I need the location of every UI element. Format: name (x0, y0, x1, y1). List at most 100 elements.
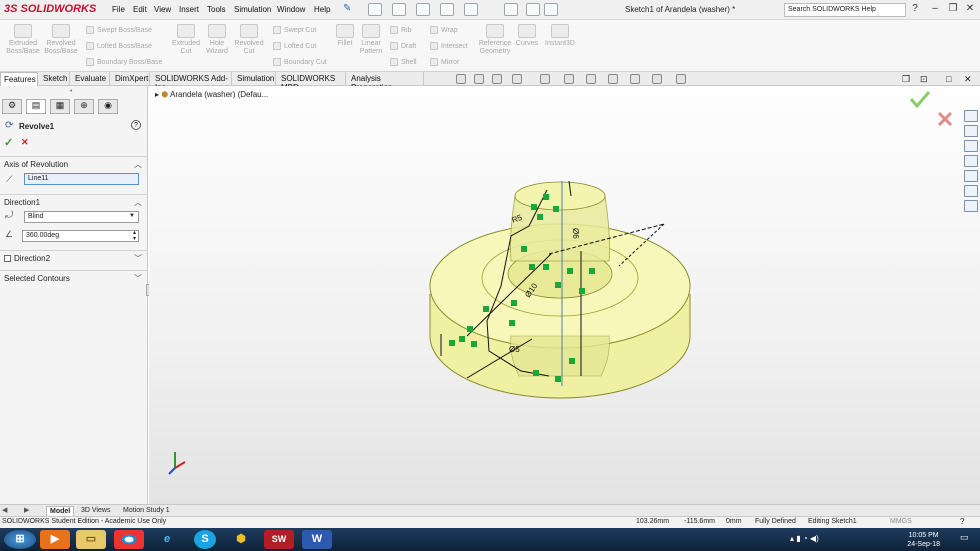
menu-help[interactable]: Help (314, 5, 330, 14)
rib-button[interactable]: Rib (390, 26, 412, 34)
help-icon[interactable]: ? (908, 2, 922, 16)
dynamic-annotation-icon[interactable] (540, 74, 550, 84)
viewport-maximize-icon[interactable]: □ (946, 74, 951, 84)
undo-icon[interactable] (464, 3, 478, 16)
swept-boss-button[interactable]: Swept Boss/Base (86, 26, 152, 34)
system-clock[interactable]: 10:05 PM 24-Sep-18 (907, 531, 940, 549)
zoom-area-icon[interactable] (474, 74, 484, 84)
unit-system[interactable]: MMGS (890, 518, 912, 525)
status-help-icon[interactable]: ? (960, 517, 964, 526)
section-view-icon[interactable] (512, 74, 522, 84)
word-icon[interactable]: W (302, 530, 332, 549)
menu-window[interactable]: Window (277, 5, 305, 14)
rebuild-icon[interactable] (526, 3, 540, 16)
axis-selection-field[interactable]: Line11 (24, 173, 139, 185)
viewport-restore-icon[interactable]: ❐ (902, 74, 910, 85)
internet-explorer-icon[interactable]: e (152, 530, 182, 549)
direction2-header[interactable]: Direction2 ﹀ (0, 250, 148, 266)
intersect-button[interactable]: Intersect (430, 42, 468, 50)
linear-pattern-button[interactable]: Linear Pattern (357, 24, 385, 56)
menu-tools[interactable]: Tools (207, 5, 226, 14)
minimize-button[interactable]: – (928, 2, 942, 16)
menu-view[interactable]: View (154, 5, 171, 14)
menu-file[interactable]: File (112, 5, 125, 14)
tab-sketch[interactable]: Sketch (40, 72, 70, 86)
close-button[interactable]: ✕ (963, 2, 977, 16)
axis-of-revolution-header[interactable]: Axis of Revolution ︿ (0, 156, 148, 172)
notifications-icon[interactable]: ▭ (960, 532, 969, 543)
spinner-icon[interactable]: ▴ ▾ (133, 230, 136, 242)
file-explorer-icon[interactable]: ▭ (76, 530, 106, 549)
file-explorer-icon[interactable] (964, 140, 978, 152)
menu-insert[interactable]: Insert (179, 5, 199, 14)
chrome-icon[interactable] (114, 530, 144, 549)
tab-mbd[interactable]: SOLIDWORKS MBD (278, 72, 346, 92)
display-manager-tab[interactable]: ◉ (98, 99, 118, 114)
pin-icon[interactable]: ✎ (343, 3, 351, 14)
chevron-down-icon[interactable]: ﹀ (134, 253, 142, 264)
tab-addins[interactable]: SOLIDWORKS Add-Ins (152, 72, 232, 92)
chevron-down-icon[interactable]: ﹀ (134, 273, 142, 284)
forum-icon[interactable] (964, 200, 978, 212)
view-orientation-icon[interactable] (564, 74, 574, 84)
solidworks-taskbar-icon[interactable]: SW (264, 530, 294, 549)
boundary-cut-button[interactable]: Boundary Cut (273, 58, 327, 66)
extruded-cut-button[interactable]: Extruded Cut (167, 24, 205, 56)
new-document-icon[interactable] (368, 3, 382, 16)
zoom-to-fit-icon[interactable] (456, 74, 466, 84)
previous-view-icon[interactable] (492, 74, 502, 84)
options-gear-icon[interactable] (544, 3, 558, 16)
media-player-icon[interactable]: ▶ (40, 530, 70, 549)
configuration-tab[interactable]: ▦ (50, 99, 70, 114)
appearance-icon[interactable] (630, 74, 640, 84)
search-help-input[interactable]: Search SOLIDWORKS Help (784, 3, 906, 17)
design-library-icon[interactable] (964, 125, 978, 137)
tray-icons[interactable]: ▴ ▮ ◔ ◀) (790, 534, 819, 543)
washer-part[interactable] (429, 181, 691, 399)
menu-edit[interactable]: Edit (133, 5, 147, 14)
draft-button[interactable]: Draft (390, 42, 416, 50)
direction2-checkbox[interactable] (4, 255, 11, 263)
chevron-up-icon[interactable]: ︿ (134, 197, 142, 208)
display-style-icon[interactable] (586, 74, 596, 84)
viewport-close-icon[interactable]: ✕ (964, 74, 972, 85)
custom-properties-icon[interactable] (964, 185, 978, 197)
lofted-boss-button[interactable]: Lofted Boss/Base (86, 42, 152, 50)
appearances-icon[interactable] (964, 170, 978, 182)
cancel-x-icon[interactable]: ✕ (21, 137, 29, 148)
hide-show-icon[interactable] (608, 74, 618, 84)
boundary-boss-button[interactable]: Boundary Boss/Base (86, 58, 162, 66)
chevron-up-icon[interactable]: ︿ (134, 159, 142, 170)
scroll-left-icon[interactable]: ◀ (2, 506, 7, 514)
wrap-button[interactable]: Wrap (430, 26, 458, 34)
angle-input[interactable]: 360.00deg ▴ ▾ (22, 230, 139, 242)
tab-motion-study[interactable]: Motion Study 1 (120, 506, 173, 515)
tab-dimxpert[interactable]: DimXpert (112, 72, 150, 86)
view-palette-icon[interactable] (964, 155, 978, 167)
scenes-icon[interactable] (652, 74, 662, 84)
extruded-boss-button[interactable]: Extruded Boss/Base (4, 24, 42, 56)
mirror-button[interactable]: Mirror (430, 58, 459, 66)
reference-geometry-button[interactable]: Reference Geometry (476, 24, 514, 56)
help-icon[interactable]: ? (131, 120, 141, 130)
tab-evaluate[interactable]: Evaluate (72, 72, 110, 86)
revolved-boss-button[interactable]: Revolved Boss/Base (42, 24, 80, 56)
start-button[interactable]: ⊞ (4, 530, 36, 549)
dimxpert-tab[interactable]: ⊕ (74, 99, 94, 114)
direction1-header[interactable]: Direction1 ︿ (0, 194, 148, 210)
skype-icon[interactable]: S (194, 530, 216, 549)
ok-check-icon[interactable]: ✓ (4, 136, 13, 149)
instant3d-button[interactable]: Instant3D (542, 24, 578, 48)
property-manager-tab[interactable]: ▤ (26, 99, 46, 114)
revolved-cut-button[interactable]: Revolved Cut (231, 24, 267, 56)
tab-3d-views[interactable]: 3D Views (78, 506, 113, 515)
model-canvas[interactable]: R5 Ø10 Ø5 Ø6 (149, 86, 980, 504)
tab-model[interactable]: Model (46, 506, 75, 516)
print-icon[interactable] (440, 3, 454, 16)
viewport-tile-icon[interactable]: ⊡ (920, 74, 928, 85)
open-folder-icon[interactable] (392, 3, 406, 16)
shell-button[interactable]: Shell (390, 58, 417, 66)
restore-button[interactable]: ❐ (946, 2, 960, 16)
hole-wizard-button[interactable]: Hole Wizard (202, 24, 232, 56)
end-condition-select[interactable]: Blind ▼ (24, 211, 139, 223)
